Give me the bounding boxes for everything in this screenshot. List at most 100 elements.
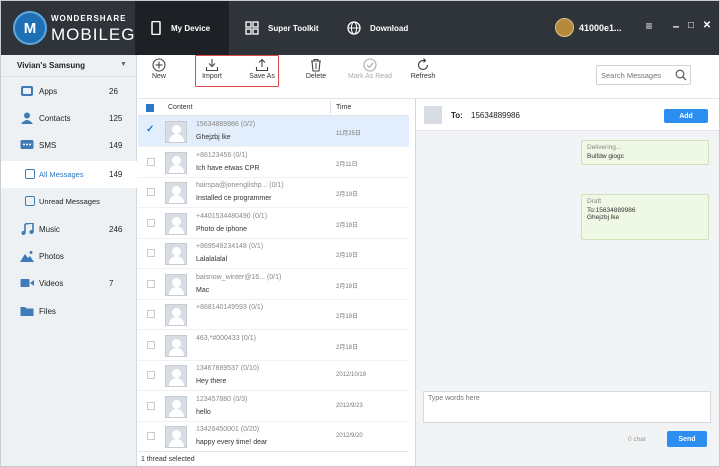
table-row[interactable]: baisnow_winter@16... (0/1) Mac 2月19日 [138, 269, 409, 300]
compose-box[interactable] [423, 391, 711, 423]
row-checkbox[interactable] [147, 371, 155, 379]
row-checkbox[interactable] [147, 432, 155, 440]
sidebar-item-label: Files [39, 307, 56, 316]
contact-avatar [165, 395, 187, 418]
table-row[interactable]: 13467889537 (0/10) Hey there 2012/10/18 [138, 360, 409, 391]
import-button[interactable]: Import [196, 55, 228, 99]
table-row[interactable]: hairspa@jonenglishp... (0/1) Installed ce… [138, 177, 409, 208]
tab-download-label: Download [370, 24, 409, 33]
char-count: 0 char [628, 436, 647, 443]
row-checkbox[interactable] [147, 310, 155, 318]
tab-super-toolkit[interactable]: Super Toolkit [233, 1, 329, 55]
plus-circle-icon [152, 58, 166, 72]
table-row[interactable]: +86123456 (0/1) Ich have etwas CPR 2月11日 [138, 147, 409, 178]
save-as-label: Save As [249, 73, 275, 80]
row-checkbox[interactable] [147, 279, 155, 288]
sidebar-item-sms[interactable]: SMS 149 [1, 132, 137, 159]
sidebar-item-videos[interactable]: Videos 7 [1, 270, 137, 297]
row-time: 11月25日 [336, 131, 361, 137]
sidebar-item-photos[interactable]: Photos [1, 243, 137, 270]
row-body: Ghejzbj lke [196, 134, 231, 141]
refresh-button[interactable]: Refresh [407, 55, 439, 99]
sidebar-item-count: 26 [109, 87, 118, 96]
mark-as-read-button[interactable]: Mark As Read [343, 55, 397, 99]
sidebar-item-files[interactable]: Files [1, 298, 137, 325]
sidebar-item-label: Photos [39, 252, 64, 261]
search-input[interactable] [601, 68, 671, 82]
delete-button[interactable]: Delete [300, 55, 332, 99]
new-button[interactable]: New [143, 55, 175, 99]
message-status: Delivering... [587, 144, 622, 151]
sidebar: Vivian's Samsung ▼ Apps 26 Contacts 125 … [1, 55, 137, 466]
save-as-button[interactable]: Save As [245, 55, 279, 99]
row-checkbox[interactable] [147, 188, 155, 196]
select-all-checkbox[interactable] [146, 104, 154, 112]
sidebar-item-apps[interactable]: Apps 26 [1, 78, 137, 105]
row-time: 2月11日 [336, 161, 358, 168]
message-list: Content Time ✓ 15634889986 (0/2) Ghejzbj l… [138, 99, 409, 466]
table-row[interactable]: +868140149593 (0/1) 2月19日 [138, 299, 409, 330]
contact-avatar [165, 243, 187, 265]
sidebar-item-unread-messages[interactable]: Unread Messages [1, 188, 137, 215]
row-checkbox[interactable] [147, 340, 155, 349]
refresh-label: Refresh [410, 73, 436, 80]
column-time[interactable]: Time [336, 104, 351, 111]
table-row[interactable]: ✓ 15634889986 (0/2) Ghejzbj lke 11月25日 [138, 116, 409, 147]
row-checkbox[interactable] [147, 249, 155, 257]
row-body: Lalalalalal [196, 256, 228, 263]
globe-icon [347, 21, 361, 35]
row-body: Mac [196, 286, 210, 294]
row-body: Hey there [196, 378, 227, 385]
selection-status: 1 thread selected [138, 451, 409, 466]
row-phone: 123457880 (0/3) [196, 395, 248, 403]
table-row[interactable]: +4401534480490 (0/1) Photo de iphone 2月19日 [138, 208, 409, 239]
sidebar-item-music[interactable]: Music 246 [1, 216, 137, 243]
contact-avatar [165, 212, 187, 235]
row-checkbox[interactable] [147, 218, 155, 227]
table-row[interactable]: 13426450001 (0/20) happy every time! dear… [138, 421, 409, 452]
sidebar-item-label: Apps [39, 87, 58, 96]
contact-avatar [165, 273, 187, 296]
row-checkbox[interactable] [147, 157, 155, 166]
sidebar-item-all-messages[interactable]: All Messages 149 [1, 161, 137, 188]
search-box[interactable] [596, 65, 691, 85]
contact-avatar [165, 121, 187, 143]
column-divider [330, 101, 331, 114]
message-input[interactable] [424, 392, 710, 422]
send-button[interactable]: Send [667, 431, 707, 447]
maximize-icon[interactable]: □ [684, 20, 698, 31]
device-selector[interactable]: Vivian's Samsung ▼ [1, 55, 137, 77]
table-row[interactable]: +869549234148 (0/1) Lalalalalal 2月19日 [138, 238, 409, 269]
tab-download[interactable]: Download [333, 1, 429, 55]
logo-letter: M [23, 20, 37, 37]
row-phone: 13426450001 (0/20) [196, 426, 260, 433]
row-time: 2月19日 [336, 283, 359, 290]
menu-icon[interactable]: ≡ [642, 19, 656, 33]
check-icon[interactable]: ✓ [146, 124, 154, 135]
table-row[interactable]: 123457880 (0/3) hello 2012/9/23 [138, 391, 409, 422]
add-button[interactable]: Add [664, 109, 708, 123]
contacts-icon [21, 112, 33, 124]
photos-icon [20, 251, 34, 262]
row-body: hello [196, 408, 211, 416]
minimize-icon[interactable]: – [669, 19, 683, 33]
toolbar: New Import Save As Delete Mark As Read R… [138, 55, 719, 99]
grid-icon [245, 21, 259, 35]
tab-my-device[interactable]: My Device [135, 1, 229, 55]
close-icon[interactable]: ✕ [700, 20, 714, 31]
brand-top: WONDERSHARE [51, 14, 127, 23]
apps-icon [21, 86, 33, 96]
phone-icon [151, 21, 161, 35]
list-header: Content Time [138, 99, 409, 116]
message-icon [25, 169, 35, 179]
table-row[interactable]: 463,*#000433 (0/1) 2月18日 [138, 330, 409, 361]
mark-as-read-label: Mark As Read [348, 73, 392, 80]
row-phone: +4401534480490 (0/1) [196, 212, 268, 220]
sidebar-item-contacts[interactable]: Contacts 125 [1, 105, 137, 132]
logo-mark: M [13, 11, 47, 45]
search-icon[interactable] [675, 69, 687, 81]
top-bar: M WONDERSHARE MOBILEGO My Device Super T… [1, 1, 719, 55]
row-time: 2012/9/20 [336, 433, 363, 439]
column-content[interactable]: Content [168, 104, 193, 111]
row-checkbox[interactable] [147, 401, 155, 410]
